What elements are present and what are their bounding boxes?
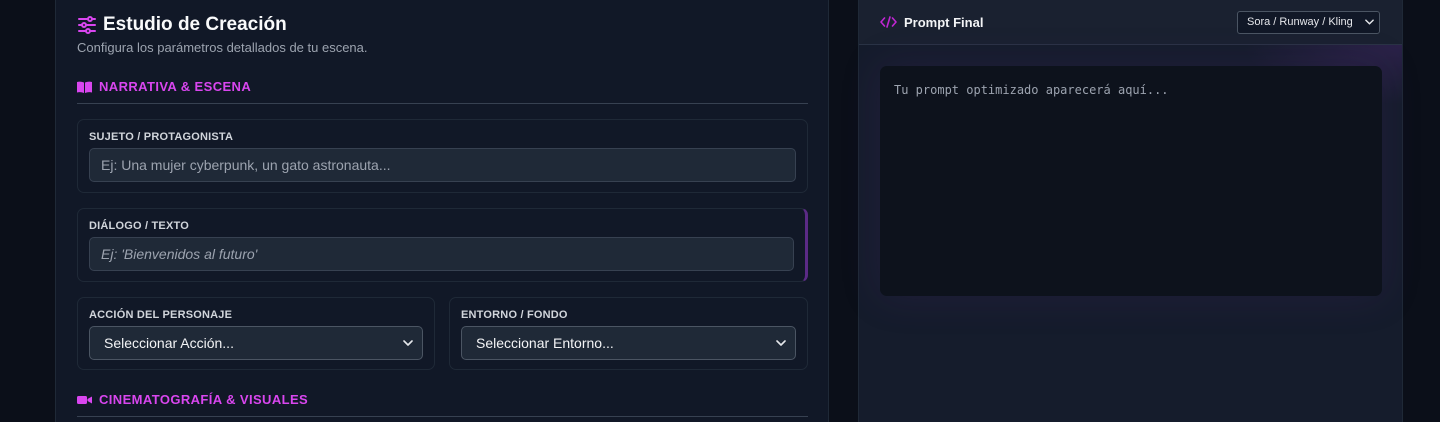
final-prompt-title: Prompt Final (904, 14, 984, 30)
chevron-down-icon (776, 340, 786, 346)
video-camera-icon (77, 394, 92, 406)
chevron-down-icon (1365, 19, 1374, 25)
final-prompt-panel: Prompt Final Sora / Runway / Kling Tu pr… (858, 0, 1403, 422)
studio-header: Estudio de Creación Configura los paráme… (77, 14, 368, 55)
studio-subtitle: Configura los parámetros detallados de t… (77, 40, 368, 55)
creation-studio-panel: Estudio de Creación Configura los paráme… (55, 0, 829, 422)
model-select-value: Sora / Runway / Kling (1247, 16, 1353, 28)
dialogue-field-card: DIÁLOGO / TEXTO (77, 208, 808, 282)
environment-label: ENTORNO / FONDO (461, 309, 568, 321)
app-page: Estudio de Creación Configura los paráme… (0, 0, 1440, 422)
prompt-output-box[interactable]: Tu prompt optimizado aparecerá aquí... (880, 66, 1382, 296)
final-prompt-header: Prompt Final Sora / Runway / Kling (859, 0, 1402, 45)
action-field-card: ACCIÓN DEL PERSONAJE Seleccionar Acción.… (77, 297, 435, 370)
book-icon (77, 81, 92, 93)
studio-title: Estudio de Creación (103, 14, 287, 35)
code-icon (880, 16, 897, 28)
subject-field-card: SUJETO / PROTAGONISTA (77, 119, 808, 193)
dialogue-input[interactable] (89, 237, 794, 271)
subject-label: SUJETO / PROTAGONISTA (89, 131, 234, 143)
environment-select[interactable]: Seleccionar Entorno... (461, 326, 796, 360)
action-select[interactable]: Seleccionar Acción... (89, 326, 423, 360)
section-heading-cinematography: CINEMATOGRAFÍA & VISUALES (77, 392, 808, 417)
section-heading-label: CINEMATOGRAFÍA & VISUALES (99, 392, 309, 407)
dialogue-label: DIÁLOGO / TEXTO (89, 220, 189, 232)
model-select[interactable]: Sora / Runway / Kling (1237, 10, 1380, 34)
action-label: ACCIÓN DEL PERSONAJE (89, 309, 233, 321)
environment-field-card: ENTORNO / FONDO Seleccionar Entorno... (449, 297, 808, 370)
section-heading-narrative: NARRATIVA & ESCENA (77, 79, 808, 104)
sliders-icon (77, 15, 97, 35)
chevron-down-icon (403, 340, 413, 346)
action-select-value: Seleccionar Acción... (104, 335, 234, 351)
environment-select-value: Seleccionar Entorno... (476, 335, 614, 351)
prompt-output-placeholder: Tu prompt optimizado aparecerá aquí... (894, 83, 1169, 97)
section-heading-label: NARRATIVA & ESCENA (99, 79, 252, 94)
subject-input[interactable] (89, 148, 796, 182)
